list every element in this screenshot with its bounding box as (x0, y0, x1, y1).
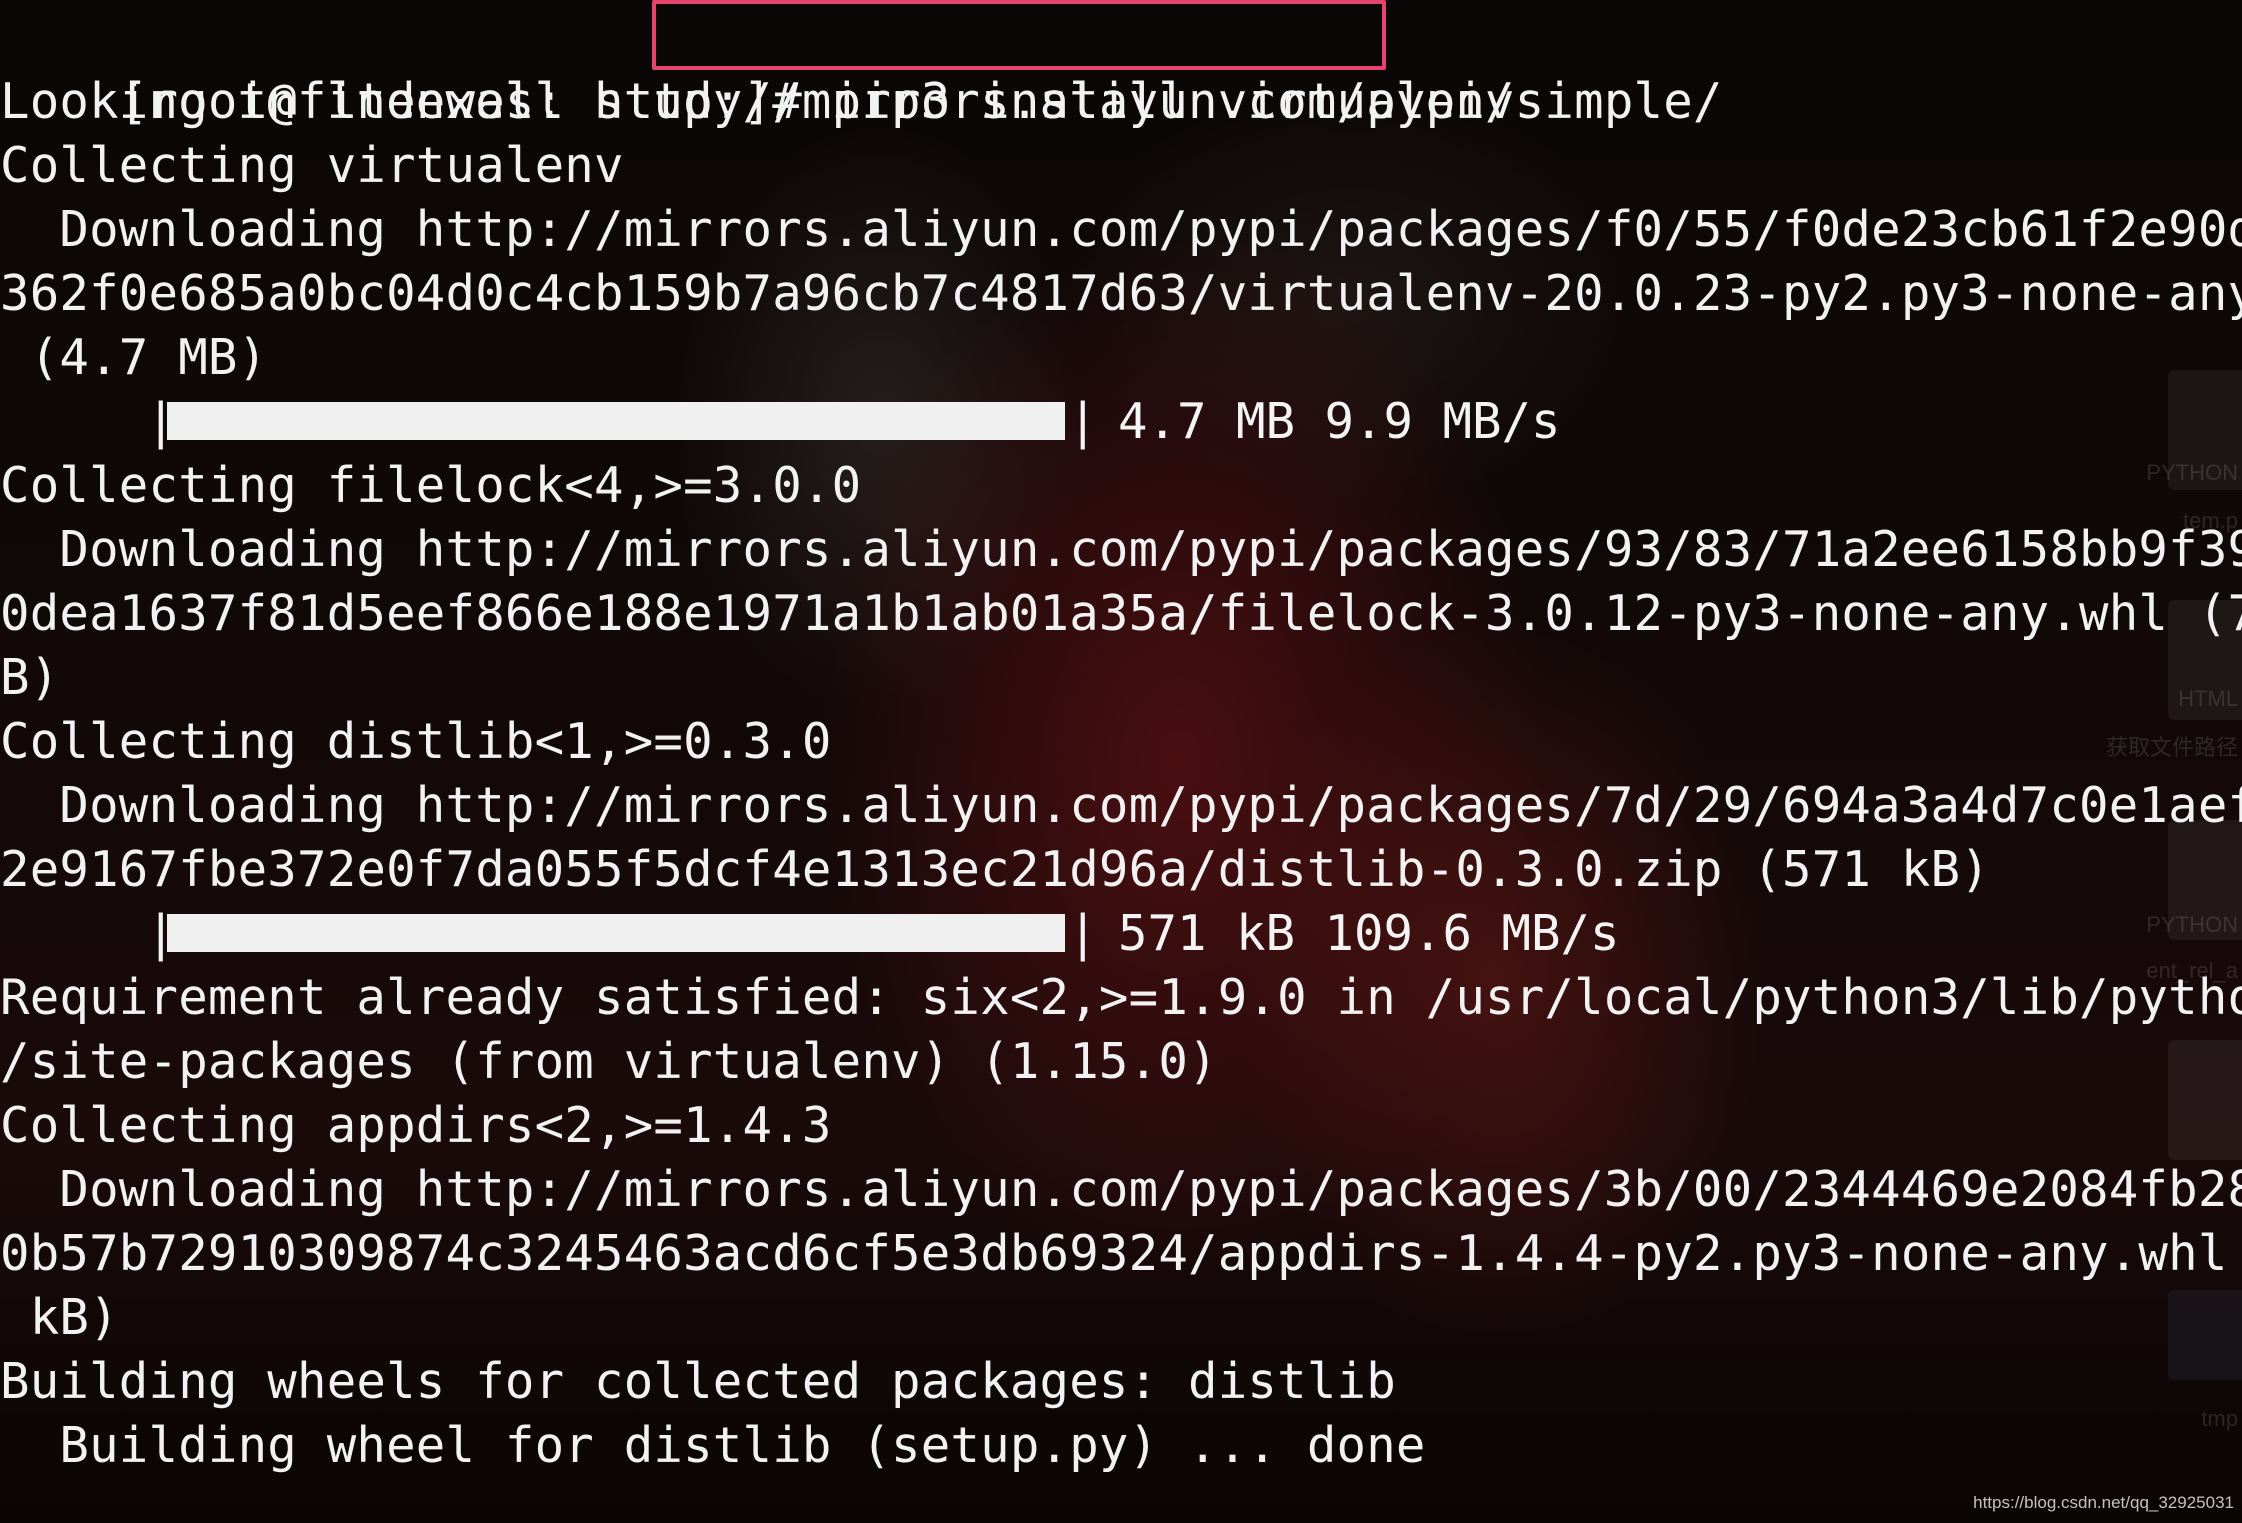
progress-bar-right-edge: | (1068, 393, 1098, 450)
output-line: Collecting virtualenv (0, 137, 624, 194)
output-line: Building wheel for distlib (setup.py) ..… (0, 1417, 1426, 1474)
desktop-folder-icon (2168, 1290, 2242, 1380)
watermark-url: https://blog.csdn.net/qq_32925031 (1973, 1493, 2234, 1512)
output-line: Requirement already satisfied: six<2,>=1… (0, 969, 2242, 1026)
desktop-file-label: HTML (2178, 686, 2238, 711)
output-line: Collecting distlib<1,>=0.3.0 (0, 713, 832, 770)
output-line: 362f0e685a0bc04d0c4cb159b7a96cb7c4817d63… (0, 265, 2242, 322)
output-line: 0dea1637f81d5eef866e188e1971a1b1ab01a35a… (0, 585, 2242, 642)
progress-bar-fill (167, 402, 1065, 440)
output-line: /site-packages (from virtualenv) (1.15.0… (0, 1033, 1218, 1090)
output-line: 2e9167fbe372e0f7da055f5dcf4e1313ec21d96a… (0, 841, 1990, 898)
progress-bar-fill (167, 914, 1065, 952)
desktop-file-label: 获取文件路径 (2105, 735, 2238, 760)
output-line: Downloading http://mirrors.aliyun.com/py… (0, 1161, 2242, 1218)
output-line: (4.7 MB) (0, 329, 268, 386)
output-line: Downloading http://mirrors.aliyun.com/py… (0, 521, 2242, 578)
desktop-file-icon (2168, 1040, 2242, 1160)
output-line: kB) (0, 1289, 119, 1346)
output-line: 0b57b72910309874c3245463acd6cf5e3db69324… (0, 1225, 2242, 1282)
output-line: Downloading http://mirrors.aliyun.com/py… (0, 201, 2242, 258)
output-line: Collecting filelock<4,>=3.0.0 (0, 457, 862, 514)
progress-bar: | | 4.7 MB 9.9 MB/s (0, 390, 2242, 454)
desktop-file-label: PYTHON (2146, 460, 2238, 485)
progress-bar-right-edge: | (1068, 905, 1098, 962)
output-line: Downloading http://mirrors.aliyun.com/py… (0, 777, 2242, 834)
output-line: Looking in indexes: http://mirrors.aliyu… (0, 73, 1723, 130)
progress-bar-label: 4.7 MB 9.9 MB/s (1118, 393, 1561, 450)
progress-bar-label: 571 kB 109.6 MB/s (1118, 905, 1620, 962)
output-line: Collecting appdirs<2,>=1.4.3 (0, 1097, 832, 1154)
output-line: B) (0, 649, 60, 706)
desktop-file-label: tmp (2201, 1406, 2238, 1431)
terminal-window[interactable]: PYTHON tem.p HTML 获取文件路径 PYTHON ent_rel_… (0, 0, 2242, 1523)
command-highlight-box (652, 0, 1386, 70)
output-line: Building wheels for collected packages: … (0, 1353, 1396, 1410)
progress-bar: | | 571 kB 109.6 MB/s (0, 902, 2242, 966)
